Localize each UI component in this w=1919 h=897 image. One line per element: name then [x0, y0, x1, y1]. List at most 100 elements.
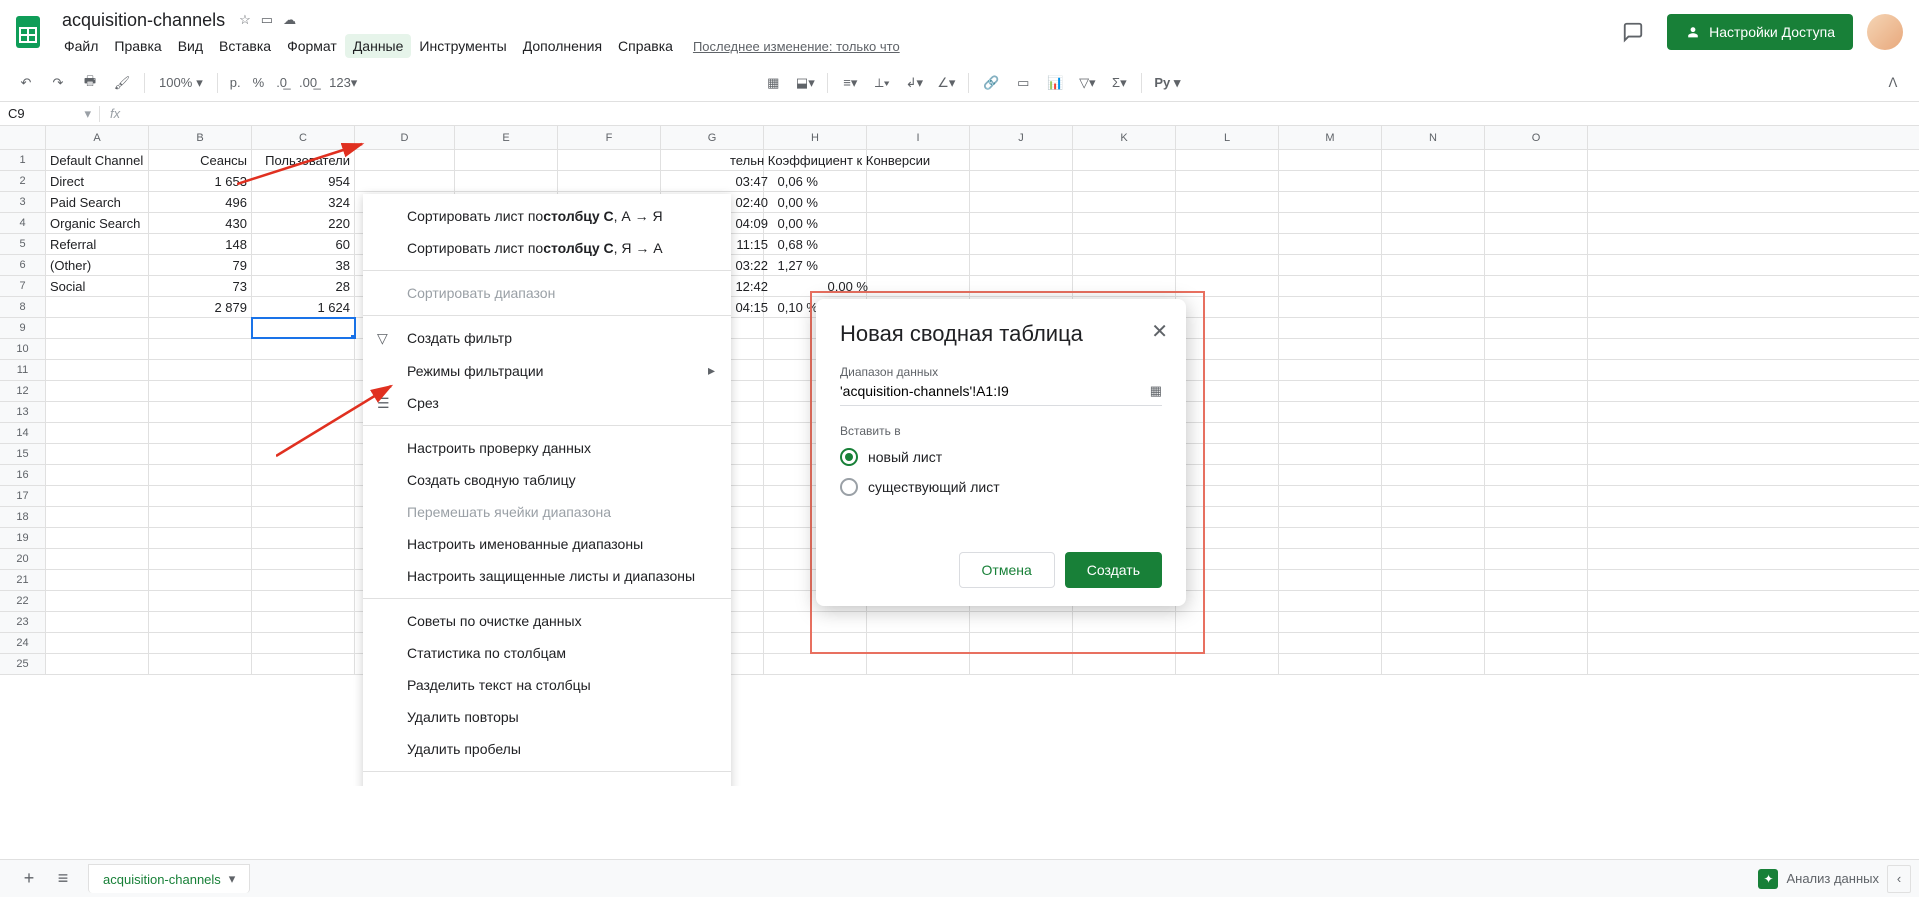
- select-all-corner[interactable]: [0, 126, 46, 149]
- row-header[interactable]: 8: [0, 297, 46, 317]
- cell[interactable]: [46, 549, 149, 569]
- cell[interactable]: [1485, 150, 1588, 170]
- cell[interactable]: [149, 444, 252, 464]
- cell[interactable]: [1382, 528, 1485, 548]
- cell[interactable]: [1382, 570, 1485, 590]
- comments-icon[interactable]: [1613, 12, 1653, 52]
- row-header[interactable]: 22: [0, 591, 46, 611]
- cell[interactable]: Paid Search: [46, 192, 149, 212]
- cell[interactable]: [1382, 465, 1485, 485]
- cell[interactable]: [46, 654, 149, 674]
- cell[interactable]: 430: [149, 213, 252, 233]
- row-header[interactable]: 4: [0, 213, 46, 233]
- cell[interactable]: 1 624: [252, 297, 355, 317]
- row-header[interactable]: 3: [0, 192, 46, 212]
- cell[interactable]: [1279, 381, 1382, 401]
- cell[interactable]: 28: [252, 276, 355, 296]
- cell[interactable]: [1279, 570, 1382, 590]
- cell[interactable]: [1382, 486, 1485, 506]
- cell[interactable]: (Other): [46, 255, 149, 275]
- cell[interactable]: [149, 381, 252, 401]
- cell[interactable]: [46, 507, 149, 527]
- menu-data[interactable]: Данные: [345, 34, 412, 58]
- chart-icon[interactable]: 📊: [1041, 69, 1069, 97]
- cell[interactable]: [252, 591, 355, 611]
- dd-sort-asc[interactable]: Сортировать лист по столбцу C, А → Я: [363, 200, 731, 232]
- cell[interactable]: [1485, 612, 1588, 632]
- cell[interactable]: [1279, 276, 1382, 296]
- cell[interactable]: [149, 591, 252, 611]
- cell[interactable]: [1279, 255, 1382, 275]
- comment-icon[interactable]: ▭: [1009, 69, 1037, 97]
- last-edit[interactable]: Последнее изменение: только что: [693, 39, 900, 54]
- cell[interactable]: Default Channel: [46, 150, 149, 170]
- col-header[interactable]: H: [764, 126, 867, 149]
- cell[interactable]: [149, 360, 252, 380]
- cell[interactable]: [149, 339, 252, 359]
- cell[interactable]: [1279, 465, 1382, 485]
- cell[interactable]: [1485, 570, 1588, 590]
- cell[interactable]: [1279, 171, 1382, 191]
- cell[interactable]: [1485, 213, 1588, 233]
- cell[interactable]: [1382, 318, 1485, 338]
- cell[interactable]: [1176, 234, 1279, 254]
- row-header[interactable]: 24: [0, 633, 46, 653]
- col-header[interactable]: J: [970, 126, 1073, 149]
- cell[interactable]: [1382, 402, 1485, 422]
- cell[interactable]: Organic Search: [46, 213, 149, 233]
- cell[interactable]: [252, 486, 355, 506]
- cell[interactable]: 79: [149, 255, 252, 275]
- sheets-logo[interactable]: [8, 12, 48, 52]
- cell[interactable]: [1485, 297, 1588, 317]
- cell[interactable]: [1382, 297, 1485, 317]
- row-header[interactable]: 18: [0, 507, 46, 527]
- row-header[interactable]: 9: [0, 318, 46, 338]
- cell[interactable]: [970, 213, 1073, 233]
- cell[interactable]: [1073, 150, 1176, 170]
- cell[interactable]: 148: [149, 234, 252, 254]
- cell[interactable]: Social: [46, 276, 149, 296]
- all-sheets-icon[interactable]: ≡: [46, 864, 80, 894]
- cell[interactable]: [252, 381, 355, 401]
- cell[interactable]: [149, 570, 252, 590]
- close-icon[interactable]: ✕: [1151, 319, 1168, 344]
- cell[interactable]: [252, 549, 355, 569]
- collapse-toolbar-icon[interactable]: ᐱ: [1879, 69, 1907, 97]
- cell[interactable]: [1279, 318, 1382, 338]
- doc-title[interactable]: acquisition-channels: [56, 8, 231, 33]
- cell[interactable]: [1382, 360, 1485, 380]
- col-header[interactable]: G: [661, 126, 764, 149]
- dd-protected[interactable]: Настроить защищенные листы и диапазоны: [363, 560, 731, 592]
- merge-icon[interactable]: ⬓▾: [791, 69, 819, 97]
- cell[interactable]: 1 653: [149, 171, 252, 191]
- dd-slicer[interactable]: ☰Срез: [363, 387, 731, 419]
- cell[interactable]: Direct: [46, 171, 149, 191]
- dd-data-validation[interactable]: Настроить проверку данных: [363, 432, 731, 464]
- cell[interactable]: [1073, 213, 1176, 233]
- cell[interactable]: [1279, 213, 1382, 233]
- row-header[interactable]: 15: [0, 444, 46, 464]
- cell[interactable]: [46, 570, 149, 590]
- more-formats-btn[interactable]: 123▾: [325, 75, 361, 91]
- cell[interactable]: [46, 444, 149, 464]
- col-header[interactable]: M: [1279, 126, 1382, 149]
- link-icon[interactable]: 🔗: [977, 69, 1005, 97]
- cell[interactable]: [252, 402, 355, 422]
- create-button[interactable]: Создать: [1065, 552, 1162, 588]
- cell[interactable]: [1279, 486, 1382, 506]
- cell[interactable]: [1485, 255, 1588, 275]
- cell[interactable]: [970, 654, 1073, 674]
- col-header[interactable]: K: [1073, 126, 1176, 149]
- decrease-decimal-btn[interactable]: .0̲: [272, 75, 291, 90]
- cell[interactable]: [1485, 633, 1588, 653]
- move-icon[interactable]: ▭: [261, 12, 273, 28]
- cell[interactable]: [1382, 444, 1485, 464]
- star-icon[interactable]: ☆: [239, 12, 251, 28]
- avatar[interactable]: [1867, 14, 1903, 50]
- cell[interactable]: [1382, 423, 1485, 443]
- cell[interactable]: [1485, 318, 1588, 338]
- menu-view[interactable]: Вид: [170, 34, 211, 58]
- cell[interactable]: [46, 381, 149, 401]
- cell[interactable]: [149, 549, 252, 569]
- cell[interactable]: [1485, 171, 1588, 191]
